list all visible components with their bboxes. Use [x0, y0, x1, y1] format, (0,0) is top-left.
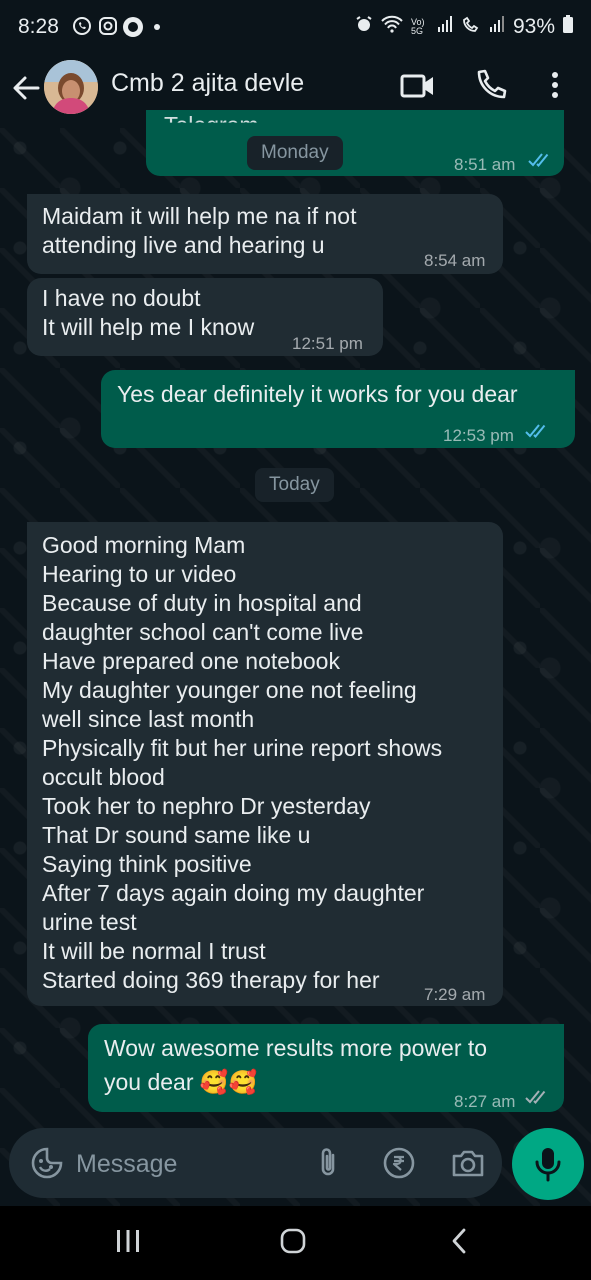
message-time: 7:29 am — [424, 985, 486, 1004]
date-separator: Monday — [247, 136, 343, 170]
message-time: 8:51 am — [454, 155, 516, 174]
microphone-icon — [535, 1148, 561, 1182]
message-bubble-outgoing[interactable]: Wow awesome results more power to you de… — [88, 1024, 564, 1112]
home-icon[interactable] — [280, 1228, 306, 1259]
message-text: Yes dear definitely it works for you dea… — [117, 381, 518, 407]
wifi-calling-icon — [461, 15, 481, 39]
attachment-icon[interactable] — [314, 1146, 342, 1180]
signal-icon-sim2 — [489, 15, 505, 39]
more-notifications-dot-icon — [154, 24, 160, 30]
battery-percent: 93% — [512, 15, 555, 38]
message-composer — [9, 1128, 502, 1198]
double-tick-read-icon — [525, 424, 546, 438]
voice-message-button[interactable] — [512, 1128, 584, 1200]
double-tick-read-icon — [528, 153, 549, 167]
message-text: Maidam it will help me na if not attendi… — [42, 203, 357, 258]
message-time: 12:53 pm — [443, 426, 514, 445]
emoji-sticker-icon[interactable] — [31, 1147, 63, 1179]
message-input[interactable] — [74, 1147, 288, 1181]
message-text: Good morning Mam Hearing to ur video Bec… — [42, 532, 443, 993]
system-navigation-bar — [0, 1206, 591, 1280]
message-text: I have no doubt It will help me I know — [42, 285, 255, 340]
status-bar: 8:28 Vo) 5G 93% — [0, 0, 591, 56]
camera-icon[interactable] — [451, 1148, 485, 1178]
message-time: 8:27 am — [454, 1092, 516, 1111]
battery-icon — [563, 15, 573, 39]
message-bubble-outgoing[interactable]: Yes dear definitely it works for you dea… — [101, 370, 575, 448]
message-time: 12:51 pm — [292, 334, 363, 353]
payment-rupee-icon[interactable] — [383, 1147, 415, 1179]
network-label: Vo) 5G — [410, 17, 425, 36]
app-notification-icon — [122, 16, 144, 38]
signal-icon-sim1 — [437, 15, 453, 39]
message-bubble-incoming[interactable]: I have no doubt It will help me I know 1… — [27, 278, 383, 356]
alarm-icon — [355, 15, 373, 39]
message-bubble-incoming[interactable]: Good morning Mam Hearing to ur video Bec… — [27, 522, 503, 1006]
date-separator: Today — [255, 468, 334, 502]
recent-apps-icon[interactable] — [116, 1228, 140, 1259]
whatsapp-notification-icon — [72, 16, 92, 36]
instagram-notification-icon — [98, 16, 118, 36]
back-nav-icon[interactable] — [450, 1228, 468, 1259]
message-bubble-incoming[interactable]: Maidam it will help me na if not attendi… — [27, 194, 503, 274]
message-time: 8:54 am — [424, 251, 486, 270]
double-tick-delivered-icon — [525, 1090, 546, 1104]
wifi-icon — [381, 15, 403, 39]
message-text: Wow awesome results more power to you de… — [104, 1035, 488, 1095]
status-time: 8:28 — [18, 15, 59, 38]
